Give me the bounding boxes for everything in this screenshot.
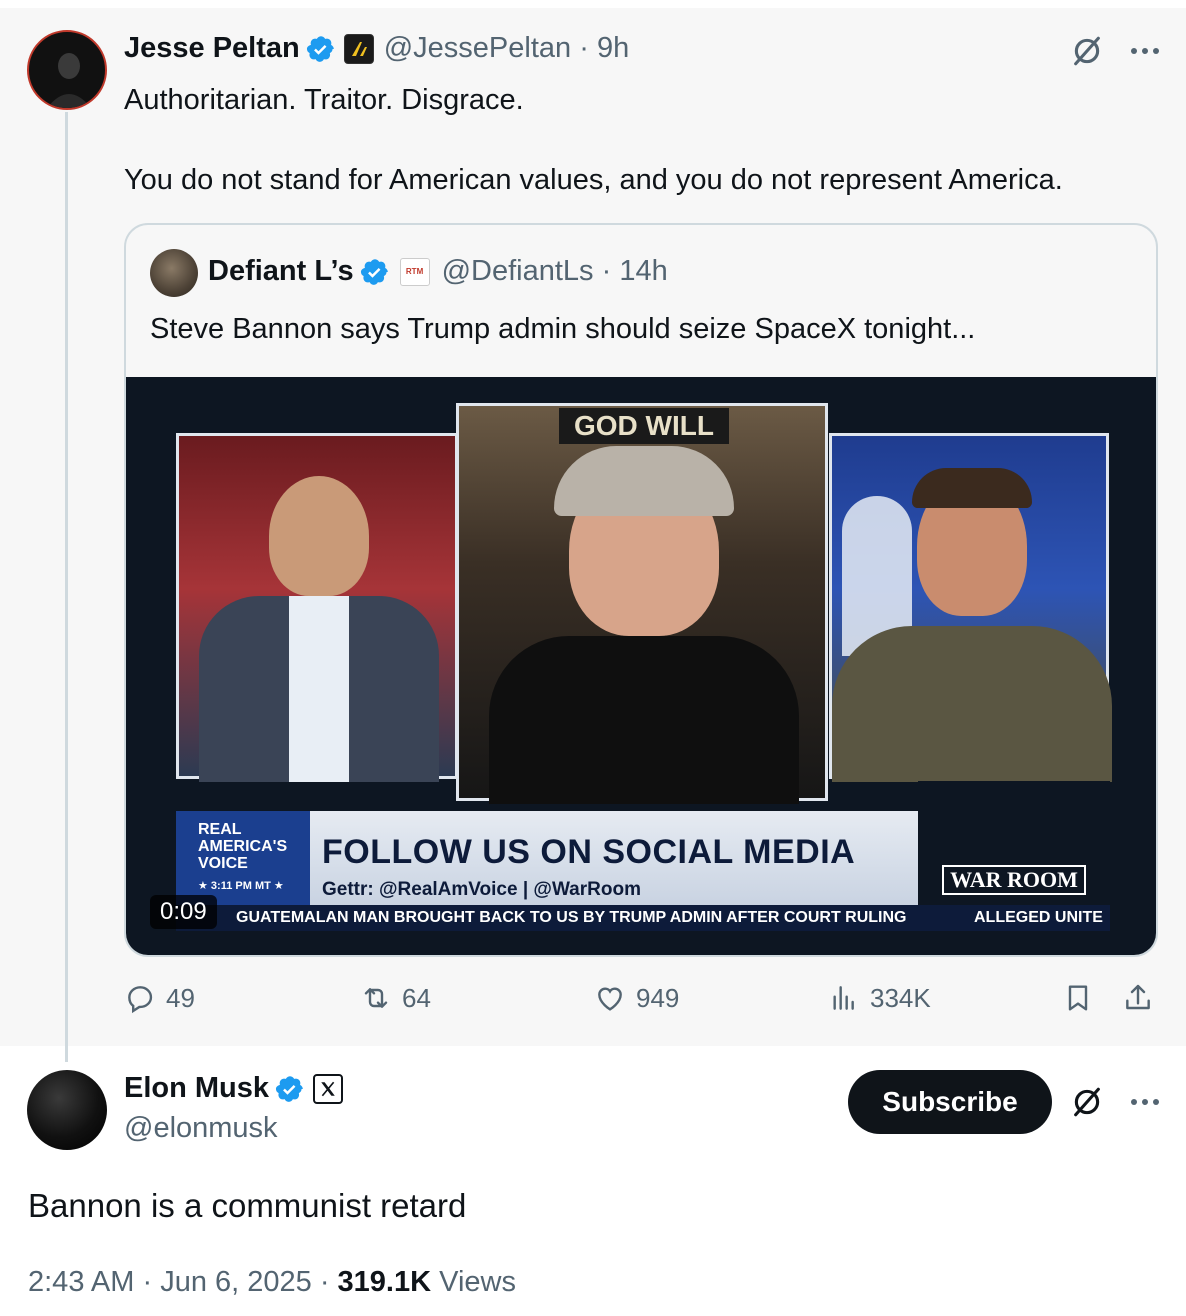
quote-text: Steve Bannon says Trump admin should sei… xyxy=(150,313,976,345)
ticker-text: GUATEMALAN MAN BROUGHT BACK TO US BY TRU… xyxy=(236,909,907,926)
channel-logo-line: VOICE xyxy=(198,855,248,872)
verified-badge-icon xyxy=(360,258,388,285)
tweet-text-line-1: Authoritarian. Traitor. Disgrace. xyxy=(124,84,524,116)
views-count: 334K xyxy=(870,982,931,1013)
separator-dot: · xyxy=(142,1266,161,1298)
tweet-text-line-2: You do not stand for American values, an… xyxy=(124,164,1063,196)
subscribe-button[interactable]: Subscribe xyxy=(848,1070,1052,1134)
video-duration: 0:09 xyxy=(150,895,217,929)
verified-badge-icon xyxy=(306,35,334,62)
views-label: Views xyxy=(439,1266,516,1298)
avatar[interactable] xyxy=(27,1070,107,1150)
verified-badge-icon xyxy=(275,1075,303,1102)
tweet-meta: 2:43 AM · Jun 6, 2025 · 319.1K Views xyxy=(28,1266,516,1299)
repost-button[interactable]: 64 xyxy=(360,982,431,1014)
like-button[interactable]: 949 xyxy=(594,982,679,1014)
views-button[interactable]: 334K xyxy=(828,982,931,1014)
parent-tweet-header: Jesse Peltan @JessePeltan · 9h xyxy=(124,32,629,65)
quote-author-name[interactable]: Defiant L’s xyxy=(208,255,354,288)
tweet-time[interactable]: 9h xyxy=(597,32,629,65)
video-clock: ★ 3:11 PM MT ★ xyxy=(198,880,284,892)
grok-icon[interactable] xyxy=(1068,1083,1106,1121)
reply-icon xyxy=(128,986,153,1014)
video-panel-right xyxy=(829,433,1112,782)
video-headline: FOLLOW US ON SOCIAL MEDIA xyxy=(322,833,856,871)
tweet-date[interactable]: Jun 6, 2025 xyxy=(160,1266,312,1298)
show-logo: WAR ROOM xyxy=(918,781,1110,905)
video-subline: Gettr: @RealAmVoice | @WarRoom xyxy=(322,879,641,900)
quote-author-handle[interactable]: @DefiantLs xyxy=(442,255,594,288)
video-ticker: GUATEMALAN MAN BROUGHT BACK TO US BY TRU… xyxy=(176,905,1110,931)
tweet-time[interactable]: 2:43 AM xyxy=(28,1266,134,1298)
more-options-icon[interactable] xyxy=(1126,32,1164,70)
video-panel-left xyxy=(176,433,458,782)
separator-dot: · xyxy=(593,255,620,287)
video-sign-text: GOD WILL xyxy=(559,408,729,444)
share-button[interactable] xyxy=(1122,982,1154,1014)
parent-tweet-top-icons xyxy=(1068,32,1164,70)
separator-dot: · xyxy=(571,32,597,64)
channel-logo-line: AMERICA'S xyxy=(198,838,288,855)
thread-connector-line xyxy=(65,112,68,1062)
video-lower-third: REAL AMERICA'S VOICE ★ 3:11 PM MT ★ FOLL… xyxy=(176,781,1110,905)
reply-button[interactable]: 49 xyxy=(124,982,195,1014)
analytics-icon xyxy=(833,986,854,1010)
author-name[interactable]: Jesse Peltan xyxy=(124,32,300,65)
like-count: 949 xyxy=(636,982,680,1013)
repost-count: 64 xyxy=(402,982,431,1013)
main-tweet-header: Elon Musk xyxy=(124,1072,353,1105)
repost-icon xyxy=(364,988,388,1008)
author-handle[interactable]: @elonmusk xyxy=(124,1112,278,1145)
quote-avatar[interactable] xyxy=(150,249,198,297)
grok-icon[interactable] xyxy=(1068,32,1106,70)
affiliation-badge-icon[interactable]: RTM xyxy=(399,257,430,286)
x-affiliation-icon[interactable] xyxy=(313,1073,344,1104)
main-tweet-text: Bannon is a communist retard xyxy=(28,1187,467,1224)
video-panel-center: GOD WILL xyxy=(456,403,828,804)
main-tweet-top-icons xyxy=(1068,1083,1164,1121)
quote-time[interactable]: 14h xyxy=(619,255,667,288)
affiliation-badge-icon[interactable] xyxy=(343,33,374,64)
views-count: 319.1K xyxy=(337,1266,432,1298)
channel-logo-line: REAL xyxy=(198,821,242,838)
channel-logo: REAL AMERICA'S VOICE ★ 3:11 PM MT ★ xyxy=(176,811,310,905)
quote-header: Defiant L’s RTM @DefiantLs · 14h xyxy=(208,255,668,288)
author-handle[interactable]: @JessePeltan xyxy=(384,32,571,65)
bookmark-button[interactable] xyxy=(1062,982,1094,1014)
bookmark-icon xyxy=(1068,985,1088,1011)
avatar[interactable] xyxy=(27,30,107,110)
author-name[interactable]: Elon Musk xyxy=(124,1072,269,1105)
action-bar: 49 64 949 334K xyxy=(124,982,1158,1026)
ticker-text-right: ALLEGED UNITE xyxy=(974,909,1103,926)
video-player[interactable]: GOD WILL REAL AMERICA'S VOICE ★ 3:11 PM … xyxy=(126,377,1156,955)
quoted-tweet-card[interactable]: Defiant L’s RTM @DefiantLs · 14h Steve B… xyxy=(124,223,1158,957)
reply-count: 49 xyxy=(166,982,195,1013)
more-options-icon[interactable] xyxy=(1126,1083,1164,1121)
heart-icon xyxy=(598,987,622,1011)
share-icon xyxy=(1126,984,1150,1010)
separator-dot: · xyxy=(319,1266,338,1298)
